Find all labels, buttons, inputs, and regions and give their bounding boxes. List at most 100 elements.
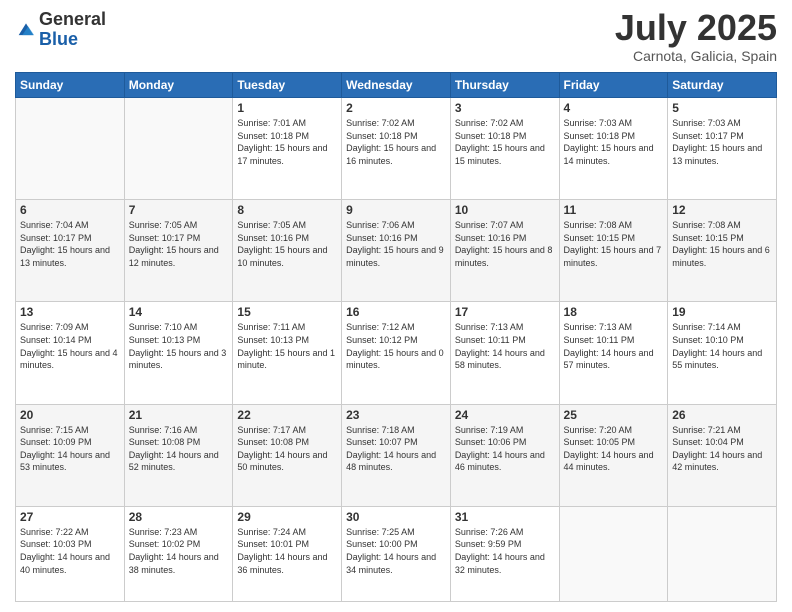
cell-info: Sunrise: 7:24 AMSunset: 10:01 PMDaylight… xyxy=(237,526,337,576)
table-row: 19 Sunrise: 7:14 AMSunset: 10:10 PMDaylig… xyxy=(668,302,777,404)
table-row: 28 Sunrise: 7:23 AMSunset: 10:02 PMDaylig… xyxy=(124,506,233,601)
cell-info: Sunrise: 7:21 AMSunset: 10:04 PMDaylight… xyxy=(672,424,772,474)
cell-info: Sunrise: 7:02 AMSunset: 10:18 PMDaylight… xyxy=(455,117,555,167)
day-number: 2 xyxy=(346,101,446,115)
table-row xyxy=(16,98,125,200)
table-row: 23Sunrise: 7:18 AMSunset: 10:07 PMDaylig… xyxy=(342,404,451,506)
table-row: 18 Sunrise: 7:13 AMSunset: 10:11 PMDaylig… xyxy=(559,302,668,404)
table-row: 5 Sunrise: 7:03 AMSunset: 10:17 PMDayligh… xyxy=(668,98,777,200)
col-saturday: Saturday xyxy=(668,73,777,98)
logo: General Blue xyxy=(15,10,106,50)
table-row: 10Sunrise: 7:07 AMSunset: 10:16 PMDaylig… xyxy=(450,200,559,302)
cell-info: Sunrise: 7:09 AMSunset: 10:14 PMDaylight… xyxy=(20,321,120,371)
day-number: 22 xyxy=(237,408,337,422)
table-row: 4 Sunrise: 7:03 AMSunset: 10:18 PMDayligh… xyxy=(559,98,668,200)
table-row: 3 Sunrise: 7:02 AMSunset: 10:18 PMDayligh… xyxy=(450,98,559,200)
table-row: 24 Sunrise: 7:19 AMSunset: 10:06 PMDaylig… xyxy=(450,404,559,506)
day-number: 4 xyxy=(564,101,664,115)
cell-info: Sunrise: 7:08 AMSunset: 10:15 PMDaylight… xyxy=(564,219,664,269)
day-number: 5 xyxy=(672,101,772,115)
table-row: 25 Sunrise: 7:20 AMSunset: 10:05 PMDaylig… xyxy=(559,404,668,506)
cell-info: Sunrise: 7:26 AMSunset: 9:59 PMDaylight:… xyxy=(455,526,555,576)
day-number: 21 xyxy=(129,408,229,422)
day-number: 15 xyxy=(237,305,337,319)
cell-info: Sunrise: 7:13 AMSunset: 10:11 PMDaylight… xyxy=(564,321,664,371)
cell-info: Sunrise: 7:07 AMSunset: 10:16 PMDaylight… xyxy=(455,219,555,269)
day-number: 8 xyxy=(237,203,337,217)
cell-info: Sunrise: 7:22 AMSunset: 10:03 PMDaylight… xyxy=(20,526,120,576)
cell-info: Sunrise: 7:23 AMSunset: 10:02 PMDaylight… xyxy=(129,526,229,576)
day-number: 7 xyxy=(129,203,229,217)
day-number: 25 xyxy=(564,408,664,422)
logo-general: General xyxy=(39,10,106,30)
table-row: 20 Sunrise: 7:15 AMSunset: 10:09 PMDaylig… xyxy=(16,404,125,506)
day-number: 14 xyxy=(129,305,229,319)
table-row xyxy=(668,506,777,601)
day-number: 20 xyxy=(20,408,120,422)
table-row: 17Sunrise: 7:13 AMSunset: 10:11 PMDaylig… xyxy=(450,302,559,404)
calendar-week-2: 6 Sunrise: 7:04 AMSunset: 10:17 PMDayligh… xyxy=(16,200,777,302)
day-number: 19 xyxy=(672,305,772,319)
title-area: July 2025 Carnota, Galicia, Spain xyxy=(615,10,777,64)
col-sunday: Sunday xyxy=(16,73,125,98)
day-number: 30 xyxy=(346,510,446,524)
cell-info: Sunrise: 7:03 AMSunset: 10:17 PMDaylight… xyxy=(672,117,772,167)
day-number: 11 xyxy=(564,203,664,217)
cell-info: Sunrise: 7:15 AMSunset: 10:09 PMDaylight… xyxy=(20,424,120,474)
logo-text: General Blue xyxy=(39,10,106,50)
col-monday: Monday xyxy=(124,73,233,98)
table-row: 14Sunrise: 7:10 AMSunset: 10:13 PMDaylig… xyxy=(124,302,233,404)
month-title: July 2025 xyxy=(615,10,777,46)
day-number: 24 xyxy=(455,408,555,422)
col-friday: Friday xyxy=(559,73,668,98)
cell-info: Sunrise: 7:17 AMSunset: 10:08 PMDaylight… xyxy=(237,424,337,474)
table-row: 11 Sunrise: 7:08 AMSunset: 10:15 PMDaylig… xyxy=(559,200,668,302)
cell-info: Sunrise: 7:20 AMSunset: 10:05 PMDaylight… xyxy=(564,424,664,474)
cell-info: Sunrise: 7:04 AMSunset: 10:17 PMDaylight… xyxy=(20,219,120,269)
col-tuesday: Tuesday xyxy=(233,73,342,98)
cell-info: Sunrise: 7:03 AMSunset: 10:18 PMDaylight… xyxy=(564,117,664,167)
cell-info: Sunrise: 7:25 AMSunset: 10:00 PMDaylight… xyxy=(346,526,446,576)
col-wednesday: Wednesday xyxy=(342,73,451,98)
page: General Blue July 2025 Carnota, Galicia,… xyxy=(0,0,792,612)
day-number: 18 xyxy=(564,305,664,319)
table-row xyxy=(124,98,233,200)
header: General Blue July 2025 Carnota, Galicia,… xyxy=(15,10,777,64)
location: Carnota, Galicia, Spain xyxy=(615,48,777,64)
calendar-week-3: 13 Sunrise: 7:09 AMSunset: 10:14 PMDaylig… xyxy=(16,302,777,404)
cell-info: Sunrise: 7:14 AMSunset: 10:10 PMDaylight… xyxy=(672,321,772,371)
day-number: 13 xyxy=(20,305,120,319)
cell-info: Sunrise: 7:12 AMSunset: 10:12 PMDaylight… xyxy=(346,321,446,371)
header-row: Sunday Monday Tuesday Wednesday Thursday… xyxy=(16,73,777,98)
table-row: 16 Sunrise: 7:12 AMSunset: 10:12 PMDaylig… xyxy=(342,302,451,404)
day-number: 1 xyxy=(237,101,337,115)
cell-info: Sunrise: 7:19 AMSunset: 10:06 PMDaylight… xyxy=(455,424,555,474)
day-number: 17 xyxy=(455,305,555,319)
cell-info: Sunrise: 7:08 AMSunset: 10:15 PMDaylight… xyxy=(672,219,772,269)
table-row xyxy=(559,506,668,601)
cell-info: Sunrise: 7:18 AMSunset: 10:07 PMDaylight… xyxy=(346,424,446,474)
table-row: 9Sunrise: 7:06 AMSunset: 10:16 PMDayligh… xyxy=(342,200,451,302)
logo-blue: Blue xyxy=(39,30,106,50)
table-row: 26Sunrise: 7:21 AMSunset: 10:04 PMDaylig… xyxy=(668,404,777,506)
cell-info: Sunrise: 7:11 AMSunset: 10:13 PMDaylight… xyxy=(237,321,337,371)
day-number: 31 xyxy=(455,510,555,524)
day-number: 16 xyxy=(346,305,446,319)
table-row: 15 Sunrise: 7:11 AMSunset: 10:13 PMDaylig… xyxy=(233,302,342,404)
cell-info: Sunrise: 7:02 AMSunset: 10:18 PMDaylight… xyxy=(346,117,446,167)
day-number: 9 xyxy=(346,203,446,217)
day-number: 3 xyxy=(455,101,555,115)
table-row: 30 Sunrise: 7:25 AMSunset: 10:00 PMDaylig… xyxy=(342,506,451,601)
table-row: 13 Sunrise: 7:09 AMSunset: 10:14 PMDaylig… xyxy=(16,302,125,404)
day-number: 28 xyxy=(129,510,229,524)
day-number: 6 xyxy=(20,203,120,217)
calendar-week-5: 27Sunrise: 7:22 AMSunset: 10:03 PMDaylig… xyxy=(16,506,777,601)
cell-info: Sunrise: 7:05 AMSunset: 10:17 PMDaylight… xyxy=(129,219,229,269)
table-row: 6 Sunrise: 7:04 AMSunset: 10:17 PMDayligh… xyxy=(16,200,125,302)
cell-info: Sunrise: 7:16 AMSunset: 10:08 PMDaylight… xyxy=(129,424,229,474)
table-row: 12 Sunrise: 7:08 AMSunset: 10:15 PMDaylig… xyxy=(668,200,777,302)
cell-info: Sunrise: 7:01 AMSunset: 10:18 PMDaylight… xyxy=(237,117,337,167)
day-number: 12 xyxy=(672,203,772,217)
table-row: 8Sunrise: 7:05 AMSunset: 10:16 PMDayligh… xyxy=(233,200,342,302)
col-thursday: Thursday xyxy=(450,73,559,98)
